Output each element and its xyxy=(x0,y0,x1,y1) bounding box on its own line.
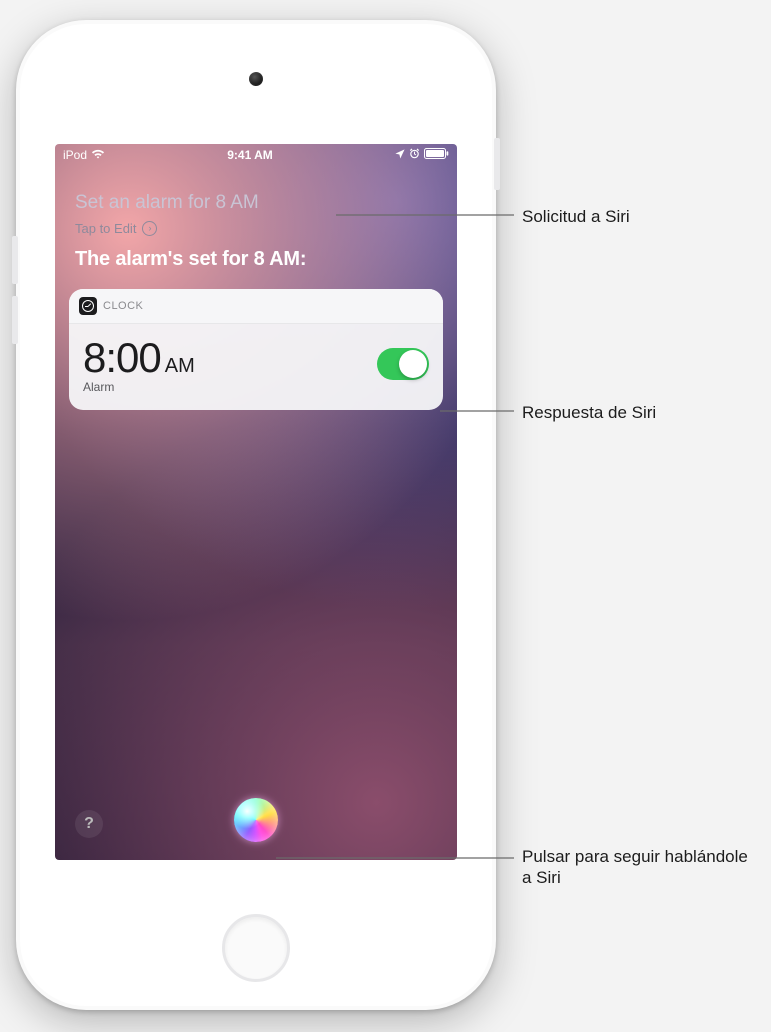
chevron-right-icon: › xyxy=(142,221,157,236)
callout-request: Solicitud a Siri xyxy=(522,206,752,227)
device-label: iPod xyxy=(63,148,87,162)
location-icon xyxy=(395,148,405,162)
ipod-touch-device: iPod 9:41 AM xyxy=(16,20,496,1010)
battery-icon xyxy=(424,148,449,162)
status-bar: iPod 9:41 AM xyxy=(55,144,457,166)
siri-response-text: The alarm's set for 8 AM: xyxy=(69,248,443,271)
alarm-indicator-icon xyxy=(409,148,420,162)
alarm-time: 8:00 xyxy=(83,334,161,382)
sleep-wake-button[interactable] xyxy=(494,138,500,190)
alarm-toggle[interactable] xyxy=(377,348,429,380)
siri-request-text: Set an alarm for 8 AM xyxy=(75,192,443,215)
top-bezel xyxy=(20,24,492,144)
siri-orb-button[interactable] xyxy=(234,798,278,842)
volume-up-button[interactable] xyxy=(12,236,18,284)
home-button[interactable] xyxy=(222,914,290,982)
callout-orb: Pulsar para seguir hablándole a Siri xyxy=(522,846,752,889)
tap-to-edit-button[interactable]: Tap to Edit › xyxy=(75,221,443,236)
callout-response: Respuesta de Siri xyxy=(522,402,752,423)
wifi-icon xyxy=(91,148,105,162)
volume-down-button[interactable] xyxy=(12,296,18,344)
front-camera xyxy=(249,72,263,86)
clock-app-icon xyxy=(79,297,97,315)
alarm-ampm: AM xyxy=(165,355,195,378)
siri-screen: iPod 9:41 AM xyxy=(55,144,457,860)
siri-request-block[interactable]: Set an alarm for 8 AM Tap to Edit › xyxy=(69,192,443,236)
card-app-label: CLOCK xyxy=(103,300,143,312)
tap-to-edit-label: Tap to Edit xyxy=(75,221,136,236)
alarm-label: Alarm xyxy=(83,380,377,394)
card-header: CLOCK xyxy=(69,289,443,324)
device-body: iPod 9:41 AM xyxy=(20,24,492,1006)
clock-alarm-card[interactable]: CLOCK 8:00 AM Alarm xyxy=(69,289,443,410)
status-time: 9:41 AM xyxy=(105,148,395,162)
